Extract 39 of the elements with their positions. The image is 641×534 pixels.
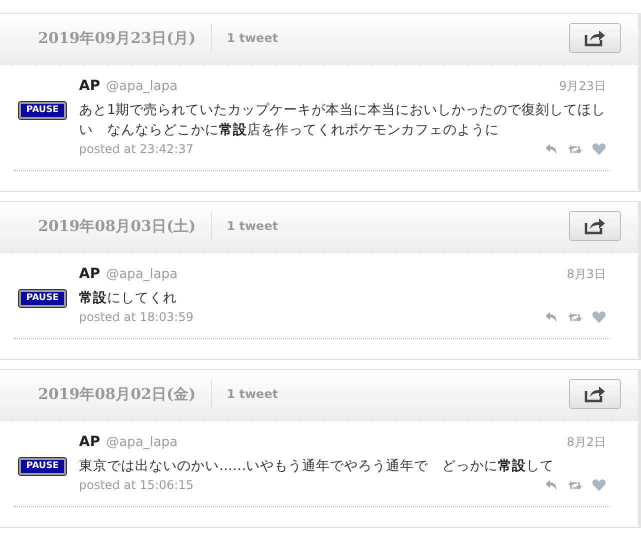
retweet-icon[interactable] <box>568 480 582 490</box>
posted-time: posted at 15:06:15 <box>79 478 194 492</box>
tweet-text: 東京では出ないのかい……いやもう通年でやろう通年で どっかに常設して <box>79 457 556 476</box>
share-icon <box>584 385 606 403</box>
user-name[interactable]: AP <box>79 266 100 282</box>
tweet-text: 常設にしてくれ <box>79 289 178 308</box>
avatar: PAUSE <box>19 458 66 475</box>
share-icon <box>584 29 606 47</box>
day-date: 2019年09月23日(月) <box>38 28 196 48</box>
tweet-text: あと1期で売られていたカップケーキが本当に本当においしかったので復刻してほしい なんならどこかに常設店を作ってくれポケモンカフェのように <box>79 101 606 140</box>
share-icon <box>584 217 606 235</box>
tweet-count: 1 tweet <box>226 387 278 401</box>
user-name[interactable]: AP <box>79 78 100 94</box>
heart-icon[interactable] <box>592 479 606 491</box>
reply-icon[interactable] <box>545 479 558 491</box>
heart-icon[interactable] <box>592 311 606 323</box>
reply-icon[interactable] <box>545 311 558 323</box>
avatar: PAUSE <box>19 102 66 119</box>
day-date: 2019年08月02日(金) <box>38 384 196 404</box>
user-handle[interactable]: @apa_lapa <box>106 79 178 94</box>
posted-time: posted at 18:03:59 <box>79 310 194 324</box>
share-button[interactable] <box>569 23 621 53</box>
user-handle[interactable]: @apa_lapa <box>106 267 178 282</box>
retweet-icon[interactable] <box>568 312 582 322</box>
tweet-count: 1 tweet <box>226 31 278 45</box>
posted-time: posted at 23:42:37 <box>79 142 194 156</box>
retweet-icon[interactable] <box>568 144 582 154</box>
avatar: PAUSE <box>19 290 66 307</box>
share-button[interactable] <box>569 211 621 241</box>
user-handle[interactable]: @apa_lapa <box>106 435 178 450</box>
reply-icon[interactable] <box>545 143 558 155</box>
tweet-date[interactable]: 9月23日 <box>559 78 606 95</box>
tweet-count: 1 tweet <box>226 219 278 233</box>
tweet-date[interactable]: 8月3日 <box>566 266 606 283</box>
user-name[interactable]: AP <box>79 434 100 450</box>
share-button[interactable] <box>569 379 621 409</box>
day-date: 2019年08月03日(土) <box>38 216 196 236</box>
tweet-date[interactable]: 8月2日 <box>566 434 606 451</box>
heart-icon[interactable] <box>592 143 606 155</box>
